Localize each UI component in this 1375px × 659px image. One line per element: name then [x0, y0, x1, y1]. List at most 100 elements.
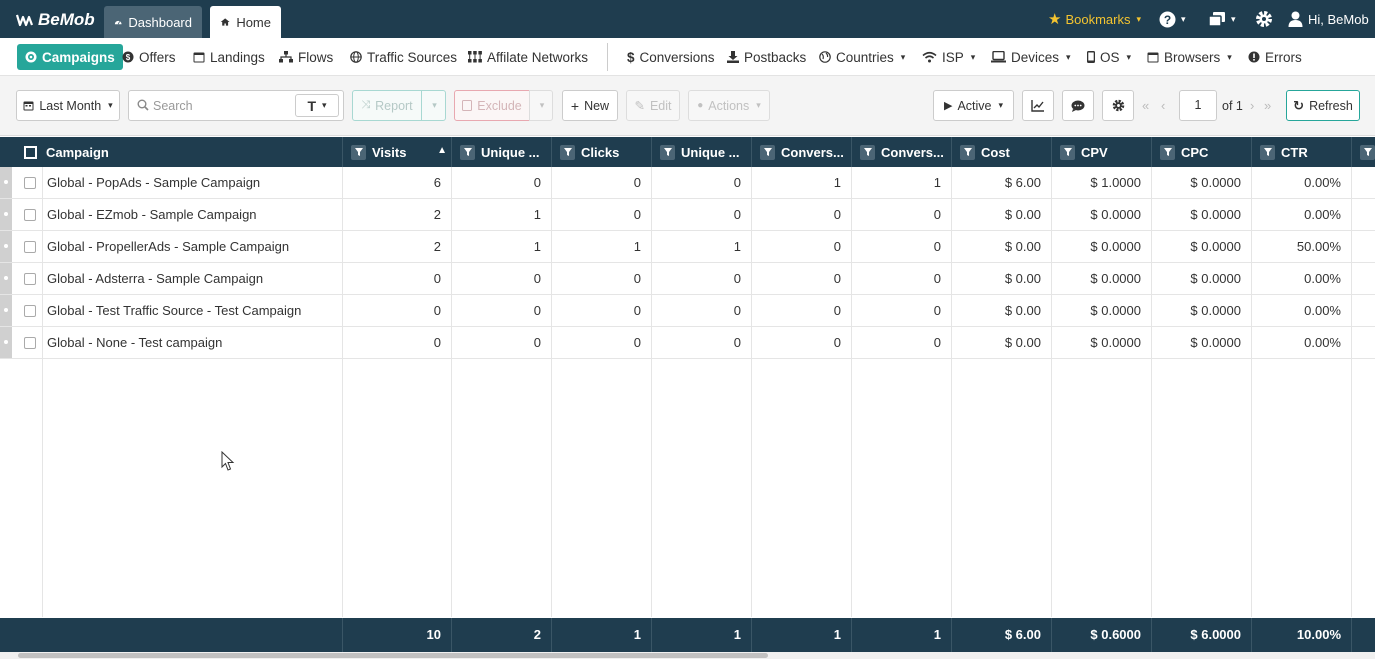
- filter-icon[interactable]: [760, 144, 775, 160]
- settings-button[interactable]: [1255, 0, 1273, 38]
- nav-offers[interactable]: $ Offers: [122, 44, 176, 70]
- nav-landings-label: Landings: [210, 49, 265, 65]
- nav-isp[interactable]: ISP ▾: [922, 44, 975, 70]
- search-placeholder: Search: [153, 99, 193, 113]
- filter-icon[interactable]: [1160, 144, 1175, 160]
- filter-icon[interactable]: [1060, 144, 1075, 160]
- row-status-marker: [0, 295, 12, 326]
- cell-campaign-name[interactable]: Global - PopAds - Sample Campaign: [43, 167, 342, 198]
- tab-home[interactable]: Home: [210, 6, 281, 38]
- first-page-icon[interactable]: «: [1142, 98, 1149, 113]
- row-checkbox[interactable]: [24, 241, 36, 253]
- cell-campaign-name[interactable]: Global - EZmob - Sample Campaign: [43, 199, 342, 230]
- filter-icon[interactable]: [860, 144, 875, 160]
- column-title: Unique ...: [681, 144, 740, 160]
- nav-errors[interactable]: Errors: [1248, 44, 1302, 70]
- column-header-cost[interactable]: Cost: [952, 137, 1052, 167]
- nav-flows[interactable]: Flows: [279, 44, 333, 70]
- search-field[interactable]: Search T ▾: [128, 90, 344, 121]
- chart-button[interactable]: [1022, 90, 1054, 121]
- cell-cpv: $ 0.0000: [1090, 303, 1141, 318]
- column-header-unique-clicks[interactable]: Unique ...: [652, 137, 752, 167]
- column-divider: [451, 167, 452, 617]
- row-checkbox[interactable]: [24, 209, 36, 221]
- row-checkbox[interactable]: [24, 305, 36, 317]
- edit-button[interactable]: ✎ Edit: [626, 90, 680, 121]
- exclude-button[interactable]: Exclude: [454, 90, 530, 121]
- refresh-label: Refresh: [1309, 98, 1353, 113]
- horizontal-scrollbar[interactable]: [0, 652, 1375, 659]
- page-number-input[interactable]: 1: [1179, 90, 1217, 121]
- cell-campaign-name[interactable]: Global - Adsterra - Sample Campaign: [43, 263, 342, 294]
- nav-isp-label: ISP: [942, 49, 964, 65]
- text-mode-toggle[interactable]: T ▾: [295, 94, 339, 117]
- nav-affiliate-networks[interactable]: Affilate Networks: [468, 44, 588, 70]
- date-range-label: Last Month: [39, 98, 102, 113]
- column-header-cpv[interactable]: CPV: [1052, 137, 1152, 167]
- row-checkbox[interactable]: [24, 337, 36, 349]
- table-row[interactable]: Global - PopAds - Sample Campaign 6 0 0 0 1 1 $…: [0, 167, 1375, 199]
- actions-button[interactable]: ● Actions ▾: [688, 90, 770, 121]
- filter-icon[interactable]: [560, 144, 575, 160]
- nav-countries[interactable]: Countries ▾: [819, 44, 905, 70]
- column-header-clicks[interactable]: Clicks: [552, 137, 652, 167]
- comments-button[interactable]: [1062, 90, 1094, 121]
- last-page-icon[interactable]: »: [1264, 98, 1271, 113]
- user-menu[interactable]: Hi, BeMob: [1288, 0, 1369, 38]
- date-range-select[interactable]: Last Month ▾: [16, 90, 120, 121]
- column-header-conversions[interactable]: Convers...: [752, 137, 852, 167]
- next-page-icon[interactable]: ›: [1250, 98, 1254, 113]
- filter-icon[interactable]: [460, 144, 475, 160]
- filter-icon[interactable]: [1360, 144, 1375, 160]
- nav-traffic-sources[interactable]: Traffic Sources: [350, 44, 457, 70]
- help-menu[interactable]: ? ▾: [1159, 0, 1186, 38]
- new-button[interactable]: + New: [562, 90, 618, 121]
- chevron-down-icon: ▾: [998, 100, 1004, 110]
- report-dropdown[interactable]: ▾: [421, 90, 446, 121]
- table-row[interactable]: Global - EZmob - Sample Campaign 2 1 0 0 0 0 $ …: [0, 199, 1375, 231]
- nav-landings[interactable]: Landings: [193, 44, 265, 70]
- column-header-visits[interactable]: Visits ▲: [343, 137, 452, 167]
- prev-page-icon[interactable]: ‹: [1161, 98, 1165, 113]
- column-divider: [951, 167, 952, 617]
- report-button[interactable]: ⤨ Report: [352, 90, 422, 121]
- nav-campaigns[interactable]: Campaigns: [17, 44, 123, 70]
- filter-icon[interactable]: [960, 144, 975, 160]
- filter-icon[interactable]: [660, 144, 675, 160]
- column-header-conversion-rate[interactable]: Convers...: [852, 137, 952, 167]
- table-row[interactable]: Global - Test Traffic Source - Test Camp…: [0, 295, 1375, 327]
- table-row[interactable]: Global - Adsterra - Sample Campaign 0 0 0 0 0…: [0, 263, 1375, 295]
- status-filter-select[interactable]: ▶ Active ▾: [933, 90, 1014, 121]
- cell-campaign-name[interactable]: Global - PropellerAds - Sample Campaign: [43, 231, 342, 262]
- plus-icon: +: [570, 97, 580, 114]
- column-header-ctr[interactable]: CTR: [1252, 137, 1352, 167]
- cell-campaign-name[interactable]: Global - Test Traffic Source - Test Camp…: [43, 295, 342, 326]
- filter-icon[interactable]: [351, 144, 366, 160]
- nav-devices[interactable]: Devices ▾: [991, 44, 1071, 70]
- column-header-cpc[interactable]: CPC: [1152, 137, 1252, 167]
- column-header-next[interactable]: [1352, 137, 1375, 167]
- bemob-logo[interactable]: BeMob: [16, 10, 95, 30]
- cell-campaign-name[interactable]: Global - None - Test campaign: [43, 327, 342, 358]
- nav-browsers[interactable]: Browsers ▾: [1147, 44, 1232, 70]
- clone-menu[interactable]: ▾: [1208, 0, 1236, 38]
- exclude-dropdown[interactable]: ▾: [529, 90, 553, 121]
- text-icon: T: [307, 97, 317, 114]
- nav-postbacks[interactable]: Postbacks: [727, 44, 806, 70]
- table-row[interactable]: Global - None - Test campaign 0 0 0 0 0 0 $ 0.0…: [0, 327, 1375, 359]
- refresh-button[interactable]: ↻ Refresh: [1286, 90, 1360, 121]
- select-all-checkbox[interactable]: [24, 145, 37, 159]
- nav-conversions[interactable]: $ Conversions: [627, 44, 715, 70]
- column-header-campaign[interactable]: Campaign: [0, 137, 343, 167]
- nav-os[interactable]: OS ▾: [1087, 44, 1131, 70]
- table-row[interactable]: Global - PropellerAds - Sample Campaign 2…: [0, 231, 1375, 263]
- row-checkbox[interactable]: [24, 177, 36, 189]
- column-header-unique-visits[interactable]: Unique ...: [452, 137, 552, 167]
- grid-settings-button[interactable]: [1102, 90, 1134, 121]
- filter-icon[interactable]: [1260, 144, 1275, 160]
- tab-dashboard[interactable]: Dashboard: [104, 6, 202, 38]
- row-checkbox[interactable]: [24, 273, 36, 285]
- cell-ctr: 0.00%: [1304, 303, 1341, 318]
- scrollbar-thumb[interactable]: [18, 653, 768, 658]
- bookmarks-menu[interactable]: ★ Bookmarks ▾: [1048, 0, 1141, 38]
